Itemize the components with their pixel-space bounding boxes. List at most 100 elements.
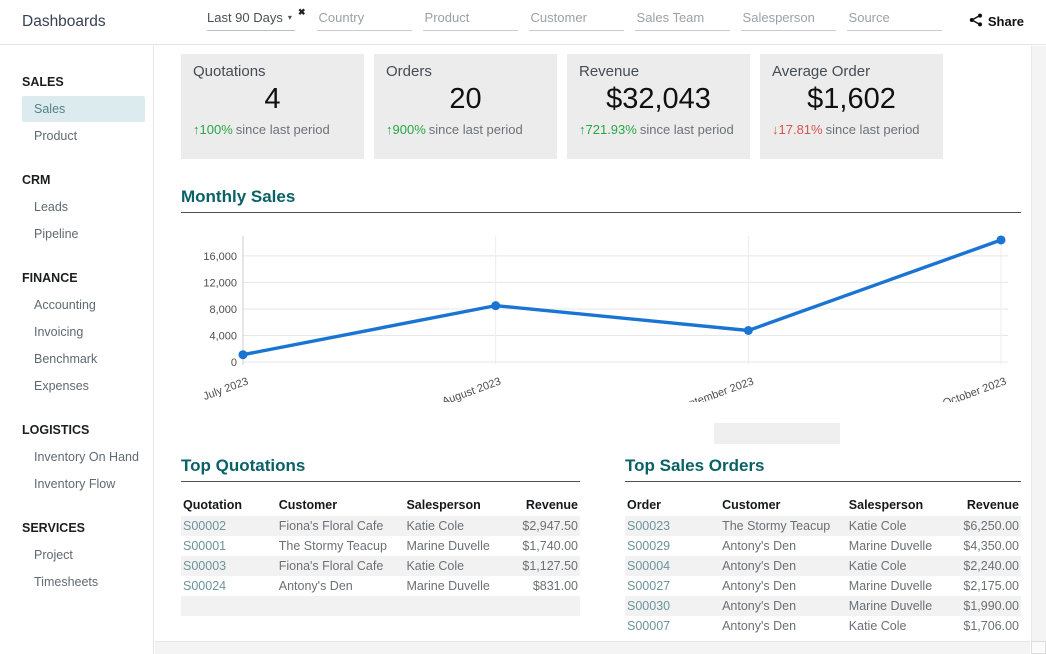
data-point <box>997 235 1006 244</box>
filter-bar: Last 90 Days ▾ ✖ <box>207 8 953 31</box>
dashboard-screen: Dashboards Last 90 Days ▾ ✖ Share <box>0 0 1046 654</box>
share-icon <box>969 13 983 30</box>
sidebar-section-title: SERVICES <box>0 515 153 541</box>
record-link[interactable]: S00023 <box>625 516 716 536</box>
scrollbar-thumb[interactable] <box>714 423 840 444</box>
column-header-customer: Customer <box>273 494 401 516</box>
table-cell: Marine Duvelle <box>843 576 954 596</box>
kpi-title: Quotations <box>193 63 352 80</box>
table-row: S00001The Stormy TeacupMarine Duvelle$1,… <box>181 536 580 556</box>
sidebar-item-pipeline[interactable]: Pipeline <box>22 221 145 247</box>
sidebar-item-accounting[interactable]: Accounting <box>22 292 145 318</box>
table-row: S00003Fiona's Floral CafeKatie Cole$1,12… <box>181 556 580 576</box>
table-cell: Katie Cole <box>843 616 954 636</box>
top-quotations-section: Top Quotations QuotationCustomerSalesper… <box>181 456 580 616</box>
table-cell: Antony's Den <box>716 536 843 556</box>
table-cell: $2,947.50 <box>512 516 580 536</box>
horizontal-scrollbar[interactable] <box>155 641 1030 654</box>
kpi-period-label: since last period <box>826 122 920 137</box>
sidebar-item-invoicing[interactable]: Invoicing <box>22 319 145 345</box>
date-filter-chip[interactable]: Last 90 Days ▾ ✖ <box>207 8 306 31</box>
y-axis-tick-label: 8,000 <box>209 304 237 316</box>
kpi-delta: ↓17.81%since last period <box>772 122 931 137</box>
data-point <box>491 301 500 310</box>
facet-input-sales-team[interactable] <box>635 8 730 31</box>
sidebar-section-sales: SALESSalesProduct <box>0 69 153 149</box>
kpi-card-average-order: Average Order$1,602↓17.81%since last per… <box>760 54 943 159</box>
sidebar-item-leads[interactable]: Leads <box>22 194 145 220</box>
table-cell: Marine Duvelle <box>400 536 512 556</box>
date-filter[interactable]: Last 90 Days ▾ <box>207 8 295 31</box>
record-link[interactable]: S00007 <box>625 616 716 636</box>
table-row: S00007Antony's DenKatie Cole$1,706.00 <box>625 616 1021 636</box>
table-row: S00029Antony's DenMarine Duvelle$4,350.0… <box>625 536 1021 556</box>
record-link[interactable]: S00002 <box>181 516 273 536</box>
table-row: S00002Fiona's Floral CafeKatie Cole$2,94… <box>181 516 580 536</box>
kpi-title: Revenue <box>579 63 738 80</box>
sidebar-section-crm: CRMLeadsPipeline <box>0 167 153 247</box>
table-cell: Fiona's Floral Cafe <box>273 516 401 536</box>
data-point <box>239 350 248 359</box>
sidebar-item-product[interactable]: Product <box>22 123 145 149</box>
sidebar-section-logistics: LOGISTICSInventory On HandInventory Flow <box>0 417 153 497</box>
monthly-sales-chart: 04,0008,00012,00016,000July 2023August 2… <box>155 224 1030 402</box>
sales-line-series <box>243 240 1001 355</box>
record-link[interactable]: S00029 <box>625 536 716 556</box>
top-quotations-heading: Top Quotations <box>181 456 580 482</box>
facet-input-source[interactable] <box>847 8 942 31</box>
record-link[interactable]: S00004 <box>625 556 716 576</box>
arrow-up-icon: ↑ <box>579 122 586 137</box>
table-cell: $1,740.00 <box>512 536 580 556</box>
table-cell: Antony's Den <box>716 616 843 636</box>
x-axis-tick-label: October 2023 <box>941 376 1008 402</box>
arrow-down-icon: ↓ <box>772 122 779 137</box>
sidebar-item-expenses[interactable]: Expenses <box>22 373 145 399</box>
table-cell: Marine Duvelle <box>843 536 954 556</box>
kpi-delta: ↑900%since last period <box>386 122 545 137</box>
kpi-delta: ↑721.93%since last period <box>579 122 738 137</box>
sidebar-item-benchmark[interactable]: Benchmark <box>22 346 145 372</box>
kpi-change: 100% <box>200 122 233 137</box>
table-cell: $1,127.50 <box>512 556 580 576</box>
share-button[interactable]: Share <box>969 13 1024 30</box>
record-link[interactable]: S00001 <box>181 536 273 556</box>
sidebar-item-sales[interactable]: Sales <box>22 96 145 122</box>
table-cell: Fiona's Floral Cafe <box>273 556 401 576</box>
sidebar-section-title: FINANCE <box>0 265 153 291</box>
sidebar-item-timesheets[interactable]: Timesheets <box>22 569 145 595</box>
date-filter-label: Last 90 Days <box>207 10 283 25</box>
table-cell: Katie Cole <box>843 516 954 536</box>
y-axis-tick-label: 12,000 <box>203 277 237 289</box>
kpi-card-orders: Orders20↑900%since last period <box>374 54 557 159</box>
facet-input-country[interactable] <box>317 8 412 31</box>
table-cell: $2,240.00 <box>954 556 1021 576</box>
top-sales-orders-table: OrderCustomerSalespersonRevenue S00023Th… <box>625 494 1021 636</box>
column-header-salesperson: Salesperson <box>400 494 512 516</box>
record-link[interactable]: S00030 <box>625 596 716 616</box>
table-row: S00027Antony's DenMarine Duvelle$2,175.0… <box>625 576 1021 596</box>
record-link[interactable]: S00003 <box>181 556 273 576</box>
kpi-period-label: since last period <box>429 122 523 137</box>
table-cell: Antony's Den <box>716 556 843 576</box>
table-row: S00030Antony's DenMarine Duvelle$1,990.0… <box>625 596 1021 616</box>
table-header-row: OrderCustomerSalespersonRevenue <box>625 494 1021 516</box>
vertical-scrollbar[interactable] <box>1031 46 1046 641</box>
sidebar-item-project[interactable]: Project <box>22 542 145 568</box>
app-title: Dashboards <box>22 13 106 31</box>
table-cell: The Stormy Teacup <box>273 536 401 556</box>
record-link[interactable]: S00027 <box>625 576 716 596</box>
column-header-revenue: Revenue <box>954 494 1021 516</box>
arrow-up-icon: ↑ <box>386 122 393 137</box>
facet-input-customer[interactable] <box>529 8 624 31</box>
facet-input-salesperson[interactable] <box>741 8 836 31</box>
sidebar-item-inventory-on-hand[interactable]: Inventory On Hand <box>22 444 145 470</box>
clear-filter-icon[interactable]: ✖ <box>298 7 306 18</box>
sidebar-section-title: LOGISTICS <box>0 417 153 443</box>
top-sales-orders-section: Top Sales Orders OrderCustomerSalesperso… <box>625 456 1021 636</box>
record-link[interactable]: S00024 <box>181 576 273 596</box>
sidebar-item-inventory-flow[interactable]: Inventory Flow <box>22 471 145 497</box>
data-point <box>744 326 753 335</box>
facet-input-product[interactable] <box>423 8 518 31</box>
scrollbar-corner <box>1031 641 1046 654</box>
table-cell: Marine Duvelle <box>400 576 512 596</box>
